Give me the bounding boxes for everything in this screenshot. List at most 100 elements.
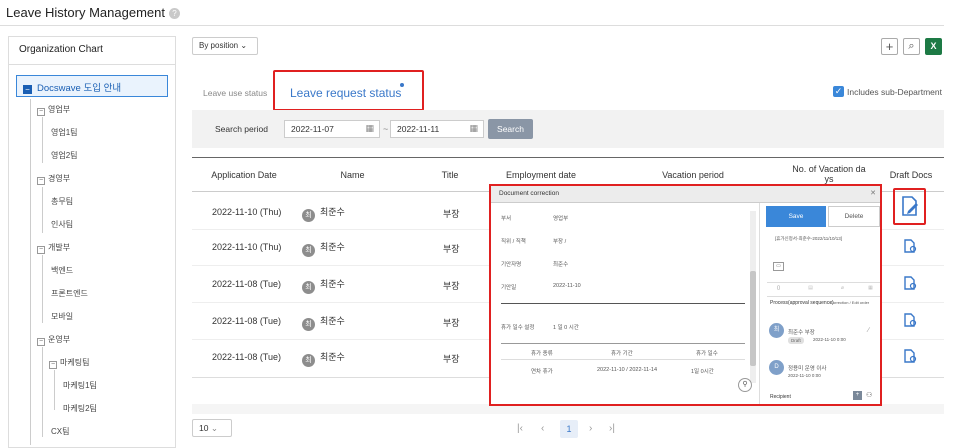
date-to-input[interactable]: 2022-11-11 ▦ — [390, 120, 484, 138]
approver-avatar: 최 — [769, 323, 784, 338]
cell-date: 2022-11-08 (Tue) — [212, 352, 282, 362]
list-tab-icon[interactable]: ▤ — [805, 285, 816, 294]
node-label: 개발부 — [48, 243, 71, 252]
tree-node-team[interactable]: 백엔드 — [51, 265, 73, 276]
tree-node-dept[interactable]: − 개발부 — [37, 242, 70, 254]
tree-line — [30, 99, 31, 445]
org-root-node[interactable]: − Docswave 도입 안내 — [16, 75, 168, 97]
avatar: 최 — [302, 281, 315, 294]
attach-icon[interactable]: ⚲ — [738, 378, 752, 392]
next-page-icon[interactable]: › — [589, 423, 592, 434]
mini-col-header: 휴가 종류 — [531, 351, 553, 357]
close-icon[interactable]: ✕ — [870, 189, 876, 197]
draft-doc-icon[interactable] — [903, 275, 917, 295]
new-dot — [400, 83, 404, 87]
tree-line — [42, 347, 43, 437]
col-num-days-line1: No. of Vacation da — [792, 164, 866, 174]
tree-node-team[interactable]: 프론트엔드 — [51, 288, 88, 299]
col-num-days: No. of Vacation da ys — [780, 164, 878, 184]
tree-node-team[interactable]: 영업2팀 — [51, 150, 78, 161]
by-position-select[interactable]: By position ⌄ — [192, 37, 258, 55]
avatar: 최 — [302, 244, 315, 257]
page-title-text: Leave History Management — [6, 5, 165, 20]
plus-icon[interactable]: + — [881, 38, 898, 55]
date-from-input[interactable]: 2022-11-07 ▦ — [284, 120, 380, 138]
tab-leave-request-status[interactable]: Leave request status — [290, 86, 401, 100]
draft-doc-edit-icon[interactable] — [899, 194, 921, 218]
popup-title: Document correction — [499, 190, 559, 197]
page-title: Leave History Management? — [6, 5, 180, 20]
edit-icon[interactable]: ∕ — [868, 327, 869, 334]
field-label: 기안일 — [501, 285, 517, 291]
last-page-icon[interactable]: ›| — [609, 423, 615, 434]
draft-doc-icon[interactable] — [903, 348, 917, 368]
cell-title: 부장 — [443, 209, 460, 219]
collapse-icon[interactable]: − — [37, 177, 45, 185]
divider — [501, 359, 745, 360]
delete-button[interactable]: Delete — [828, 206, 880, 227]
collapse-icon[interactable]: − — [37, 338, 45, 346]
doc-tab-icon[interactable]: ▯ — [773, 285, 784, 294]
excel-icon[interactable]: X — [925, 38, 942, 55]
divider — [9, 64, 175, 65]
search-icon[interactable]: ⌕ — [903, 38, 920, 55]
chevron-down-icon: ⌄ — [240, 41, 248, 50]
tree-node-team[interactable]: − 마케팅팀 — [49, 357, 89, 369]
collapse-icon[interactable]: − — [23, 85, 32, 94]
includes-sub-checkbox[interactable]: ✓ — [833, 86, 844, 97]
field-value: 부장 / — [553, 239, 567, 245]
person-icon[interactable]: ⚇ — [866, 391, 872, 399]
node-label: 영업1팀 — [51, 128, 78, 137]
tree-node-dept[interactable]: − 경영부 — [37, 173, 70, 185]
mini-cell: 2022-11-10 / 2022-11-14 — [597, 367, 658, 373]
divider — [767, 282, 880, 283]
node-label: 영업부 — [48, 105, 71, 114]
search-period-label: Search period — [215, 124, 268, 134]
tree-node-dept[interactable]: − 운영부 — [37, 334, 70, 346]
cell-name: 최 최준수 — [302, 350, 345, 367]
tree-node-dept[interactable]: − 영업부 — [37, 104, 70, 116]
org-chart-panel: Organization Chart − Docswave 도입 안내 − 영업부 … — [8, 36, 176, 448]
field-value: 2022-11-10 — [553, 283, 581, 289]
recipient-label: Recipient — [770, 394, 791, 400]
draft-doc-icon[interactable] — [903, 312, 917, 332]
cell-date: 2022-11-10 (Thu) — [212, 207, 282, 217]
vacation-days-value: 1 일 0 시간 — [553, 325, 579, 331]
calendar-icon[interactable]: ▦ — [365, 123, 374, 134]
page-size-select[interactable]: 10 ⌄ — [192, 419, 232, 437]
col-name: Name — [340, 170, 365, 180]
vacation-table: 휴가 종류 휴가 기간 휴가 일수 연차 휴가 2022-11-10 / 202… — [501, 343, 745, 381]
search-button[interactable]: Search — [488, 119, 533, 139]
add-recipient-icon[interactable]: + — [853, 391, 862, 400]
collapse-icon[interactable]: − — [37, 108, 45, 116]
chevron-down-icon: ⌄ — [210, 423, 218, 433]
tree-node-team[interactable]: 인사팀 — [51, 219, 73, 230]
tree-node-team[interactable]: 모바일 — [51, 311, 73, 322]
draft-doc-icon[interactable] — [903, 238, 917, 258]
tree-node-team[interactable]: 마케팅2팀 — [63, 403, 97, 414]
page-current[interactable]: 1 — [560, 420, 578, 438]
collapse-icon[interactable]: − — [49, 361, 57, 369]
date-value: 2022-11-07 — [291, 124, 334, 134]
calendar-tab-icon[interactable]: ▦ — [865, 285, 876, 294]
attach-tab-icon[interactable]: ⌀ — [837, 285, 848, 294]
tree-node-team[interactable]: 영업1팀 — [51, 127, 78, 138]
save-button[interactable]: Save — [766, 206, 826, 227]
scrollbar-thumb[interactable] — [750, 271, 756, 366]
collapse-icon[interactable]: − — [37, 246, 45, 254]
tree-node-team[interactable]: 총무팀 — [51, 196, 73, 207]
col-vacation-period: Vacation period — [662, 170, 724, 180]
tree-node-team[interactable]: 마케팅1팀 — [63, 380, 97, 391]
tab-leave-use-status[interactable]: Leave use status — [203, 88, 267, 98]
node-label: 마케팅2팀 — [63, 404, 97, 413]
first-page-icon[interactable]: |‹ — [517, 423, 523, 434]
cell-name: 최 최준수 — [302, 205, 345, 222]
cell-date: 2022-11-08 (Tue) — [212, 279, 282, 289]
screen-icon[interactable]: ▭ — [773, 262, 784, 271]
question-circle-icon[interactable]: ? — [168, 8, 180, 19]
calendar-icon[interactable]: ▦ — [469, 123, 478, 134]
name-text: 최준수 — [320, 279, 345, 289]
tree-node-team[interactable]: CX팀 — [51, 426, 69, 437]
prev-page-icon[interactable]: ‹ — [541, 423, 544, 434]
process-note: Correction / Edit order — [830, 300, 870, 305]
